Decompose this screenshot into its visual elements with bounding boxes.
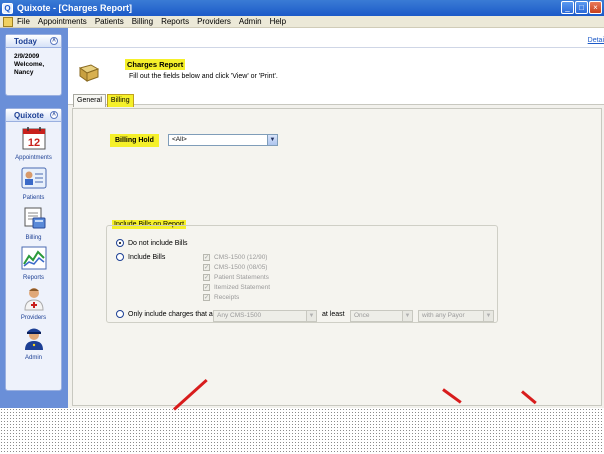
today-date: 2/9/2009 [14,53,40,60]
checkbox-checked-icon[interactable]: ✓ [203,264,210,271]
menu-bar: File Appointments Patients Billing Repor… [0,16,604,28]
billing-hold-select[interactable]: <All> ▼ [168,134,278,146]
welcome-text: Welcome, [14,61,45,68]
checkbox-itemized-statement[interactable]: ✓ Itemized Statement [203,284,270,291]
checkbox-label: CMS-1500 (08/05) [214,264,268,271]
menu-patients[interactable]: Patients [91,17,128,26]
billing-icon [21,205,47,231]
calendar-icon: 12 [21,125,47,151]
sidebar-item-reports[interactable]: Reports [6,245,61,281]
calendar-badge: 12 [27,137,39,149]
menu-help[interactable]: Help [266,17,290,26]
radio-icon[interactable] [116,253,124,261]
sidebar-item-label: Billing [25,235,42,241]
report-title: Charges Report [125,59,186,70]
checkbox-checked-icon[interactable]: ✓ [203,294,210,301]
payor-select[interactable]: with any Payor ▼ [418,310,494,322]
tab-strip: General Billing [73,94,135,107]
checkbox-receipts[interactable]: ✓ Receipts [203,294,239,301]
checkbox-label: Patient Statements [214,274,269,281]
menu-file[interactable]: File [13,17,34,26]
window-title: Quixote - [Charges Report] [17,3,133,13]
form-type-select[interactable]: Any CMS-1500 ▼ [213,310,317,322]
app-icon: Q [2,2,13,14]
menu-admin[interactable]: Admin [235,17,266,26]
user-name: Nancy [14,69,34,76]
quixote-header[interactable]: Quixote ˄ [6,109,61,122]
checkbox-checked-icon[interactable]: ✓ [203,284,210,291]
today-header[interactable]: Today ˄ [6,35,61,48]
radio-selected-icon[interactable] [116,239,124,247]
menu-appointments[interactable]: Appointments [34,17,91,26]
checkbox-patient-statements[interactable]: ✓ Patient Statements [203,274,269,281]
chevron-down-icon[interactable]: ▼ [306,311,316,321]
chevron-down-icon[interactable]: ▼ [267,135,277,145]
sidebar-item-label: Admin [24,355,42,361]
tab-general[interactable]: General [73,94,106,107]
billing-hold-value: <All> [172,136,187,143]
quixote-header-label: Quixote [14,111,44,120]
menu-providers[interactable]: Providers [193,17,235,26]
close-button[interactable]: × [589,1,602,14]
maximize-button[interactable]: □ [575,1,588,14]
radio-label: Include Bills [128,253,166,261]
radio-include-bills[interactable]: Include Bills [116,253,165,261]
frequency-select[interactable]: Once ▼ [350,310,413,322]
sidebar-item-patients[interactable]: Patients [6,165,61,201]
today-body: 2/9/2009 Welcome, Nancy [6,48,61,77]
billing-tab-panel: Billing Hold <All> ▼ Include Bills on Re… [72,108,602,406]
sidebar-item-providers[interactable]: Providers [6,285,61,321]
doctor-icon [21,285,47,311]
sidebar-item-label: Patients [22,195,45,201]
details-link[interactable]: Detai [588,37,604,44]
chevron-down-icon[interactable]: ▼ [402,311,412,321]
checkbox-label: CMS-1500 (12/90) [214,254,268,261]
window-controls: _ □ × [561,1,602,14]
checkbox-cms1500-0805[interactable]: ✓ CMS-1500 (08/05) [203,264,267,271]
checkbox-checked-icon[interactable]: ✓ [203,254,210,261]
chart-icon [21,245,47,271]
admin-officer-icon [21,325,47,351]
patient-card-icon [21,165,47,191]
checkbox-label: Receipts [214,294,240,301]
sidebar-item-appointments[interactable]: 12 Appointments [6,125,61,161]
radio-do-not-include[interactable]: Do not include Bills [116,239,188,247]
header-divider [68,47,604,48]
frequency-value: Once [354,312,370,319]
sidebar: Today ˄ 2/9/2009 Welcome, Nancy Quixote … [0,28,68,408]
minimize-button[interactable]: _ [561,1,574,14]
sidebar-item-label: Providers [20,315,47,321]
checkbox-label: Itemized Statement [214,284,270,291]
checkbox-checked-icon[interactable]: ✓ [203,274,210,281]
main-area: Detai Charges Report Fill out the fields… [68,28,604,436]
collapse-today-icon[interactable]: ˄ [50,37,58,45]
sidebar-item-label: Reports [22,275,44,281]
sidebar-item-admin[interactable]: Admin [6,325,61,361]
chevron-down-icon[interactable]: ▼ [483,311,493,321]
menu-app-icon [3,16,13,27]
menu-billing[interactable]: Billing [128,17,157,26]
report-subtitle: Fill out the fields below and click 'Vie… [129,73,278,80]
payor-value: with any Payor [422,312,465,319]
today-panel: Today ˄ 2/9/2009 Welcome, Nancy [5,34,62,96]
tab-billing[interactable]: Billing [106,94,134,107]
today-header-label: Today [14,37,37,46]
title-bar: Q Quixote - [Charges Report] _ □ × [0,0,604,16]
report-book-icon [78,64,100,82]
sidebar-item-label: Appointments [15,155,52,161]
radio-icon[interactable] [116,310,124,318]
dotted-overlay [0,408,604,454]
billing-hold-label: Billing Hold [110,134,159,147]
sidebar-item-billing[interactable]: Billing [6,205,61,241]
menu-reports[interactable]: Reports [157,17,193,26]
at-least-label: at least [322,311,345,318]
radio-label: Do not include Bills [128,239,188,247]
checkbox-cms1500-1290[interactable]: ✓ CMS-1500 (12/90) [203,254,267,261]
collapse-quixote-icon[interactable]: ˄ [50,111,58,119]
form-type-value: Any CMS-1500 [217,312,262,319]
quixote-panel: Quixote ˄ 12 Appointments Patients Billi… [5,108,62,391]
